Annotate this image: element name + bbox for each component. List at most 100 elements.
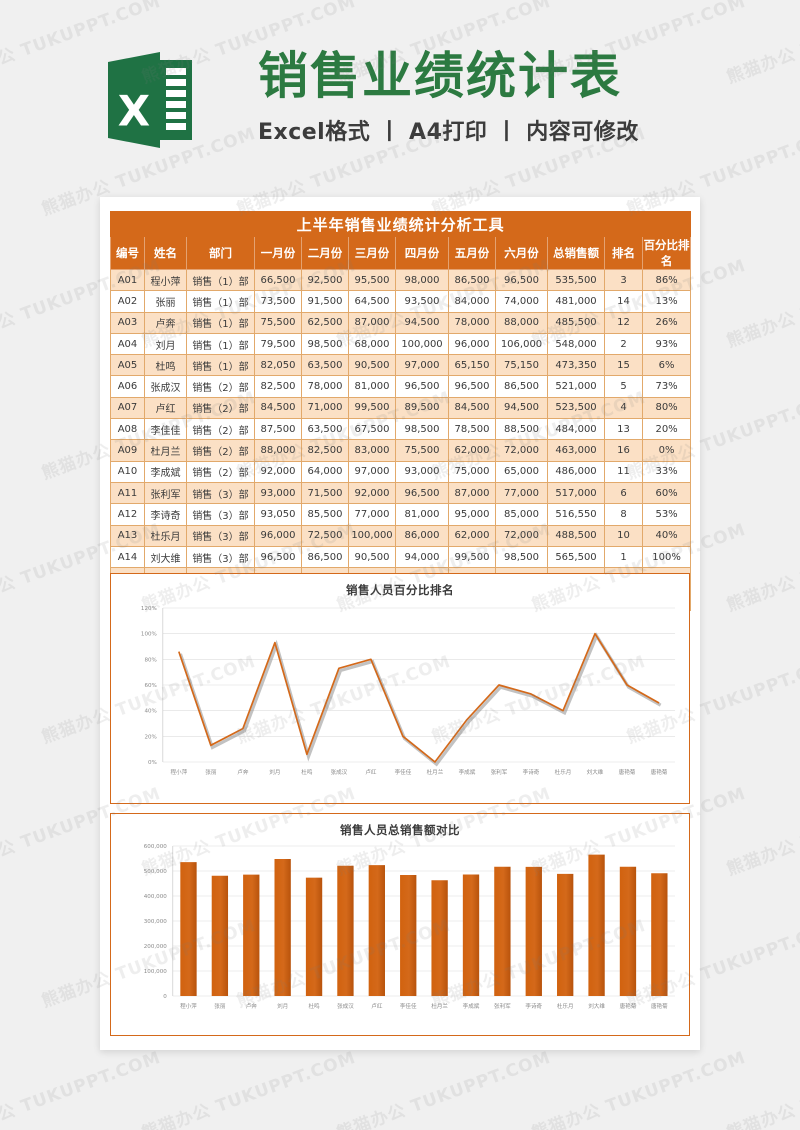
cell-排名[interactable]: 6 xyxy=(604,481,643,505)
cell-姓名[interactable]: 程小萍 xyxy=(144,268,187,292)
table-row[interactable]: A10 李成斌 销售（2）部 92,000 64,000 97,000 93,000 75,0… xyxy=(110,460,692,483)
cell-排名[interactable]: 10 xyxy=(604,524,643,547)
cell-五月份[interactable]: 96,500 xyxy=(448,375,496,398)
cell-总销售额[interactable]: 481,000 xyxy=(547,290,605,313)
cell-部门[interactable]: 销售（3）部 xyxy=(186,503,255,526)
cell-百分比排名[interactable]: 53% xyxy=(641,503,692,526)
cell-总销售额[interactable]: 535,500 xyxy=(547,268,605,292)
cell-部门[interactable]: 销售（2）部 xyxy=(186,418,255,441)
cell-六月份[interactable]: 75,150 xyxy=(495,354,548,377)
cell-排名[interactable]: 3 xyxy=(604,268,643,292)
cell-部门[interactable]: 销售（1）部 xyxy=(186,290,255,313)
cell-排名[interactable]: 8 xyxy=(604,503,643,526)
cell-编号[interactable]: A14 xyxy=(110,545,145,569)
column-header-6[interactable]: 四月份 xyxy=(395,236,449,270)
cell-三月份[interactable]: 100,000 xyxy=(348,524,396,547)
table-row[interactable]: A07 卢红 销售（2）部 84,500 71,000 99,500 89,500 84,50… xyxy=(110,396,692,420)
cell-三月份[interactable]: 99,500 xyxy=(348,396,396,420)
cell-总销售额[interactable]: 473,350 xyxy=(547,354,605,377)
cell-总销售额[interactable]: 523,500 xyxy=(547,396,605,420)
cell-编号[interactable]: A08 xyxy=(110,418,145,441)
column-header-4[interactable]: 二月份 xyxy=(301,236,349,270)
cell-二月份[interactable]: 82,500 xyxy=(301,439,349,462)
cell-排名[interactable]: 15 xyxy=(604,354,643,377)
cell-编号[interactable]: A02 xyxy=(110,290,145,313)
cell-一月份[interactable]: 93,050 xyxy=(254,503,302,526)
cell-姓名[interactable]: 卢奔 xyxy=(144,311,187,334)
cell-五月份[interactable]: 62,000 xyxy=(448,524,496,547)
cell-二月份[interactable]: 71,500 xyxy=(301,481,349,505)
cell-三月份[interactable]: 90,500 xyxy=(348,545,396,569)
cell-编号[interactable]: A13 xyxy=(110,524,145,547)
cell-六月份[interactable]: 96,500 xyxy=(495,268,548,292)
cell-总销售额[interactable]: 548,000 xyxy=(547,332,605,356)
cell-四月份[interactable]: 98,500 xyxy=(395,418,449,441)
cell-姓名[interactable]: 卢红 xyxy=(144,396,187,420)
cell-一月份[interactable]: 88,000 xyxy=(254,439,302,462)
cell-编号[interactable]: A06 xyxy=(110,375,145,398)
cell-六月份[interactable]: 72,000 xyxy=(495,439,548,462)
cell-二月份[interactable]: 91,500 xyxy=(301,290,349,313)
column-header-10[interactable]: 排名 xyxy=(604,236,643,270)
cell-部门[interactable]: 销售（1）部 xyxy=(186,311,255,334)
table-row[interactable]: A03 卢奔 销售（1）部 75,500 62,500 87,000 94,500 78,00… xyxy=(110,311,692,334)
cell-五月份[interactable]: 86,500 xyxy=(448,268,496,292)
cell-二月份[interactable]: 63,500 xyxy=(301,418,349,441)
cell-六月份[interactable]: 88,500 xyxy=(495,418,548,441)
table-row[interactable]: A11 张利军 销售（3）部 93,000 71,500 92,000 96,500 87,0… xyxy=(110,481,692,505)
table-row[interactable]: A12 李诗奇 销售（3）部 93,050 85,500 77,000 81,000 95,0… xyxy=(110,503,692,526)
cell-六月份[interactable]: 94,500 xyxy=(495,396,548,420)
cell-姓名[interactable]: 李佳佳 xyxy=(144,418,187,441)
column-header-1[interactable]: 姓名 xyxy=(144,236,187,270)
table-row[interactable]: A14 刘大维 销售（3）部 96,500 86,500 90,500 94,000 99,5… xyxy=(110,545,692,569)
cell-姓名[interactable]: 张丽 xyxy=(144,290,187,313)
cell-总销售额[interactable]: 463,000 xyxy=(547,439,605,462)
table-row[interactable]: A09 杜月兰 销售（2）部 88,000 82,500 83,000 75,500 62,0… xyxy=(110,439,692,462)
column-header-5[interactable]: 三月份 xyxy=(348,236,396,270)
cell-编号[interactable]: A11 xyxy=(110,481,145,505)
cell-百分比排名[interactable]: 86% xyxy=(641,268,692,292)
cell-三月份[interactable]: 77,000 xyxy=(348,503,396,526)
cell-百分比排名[interactable]: 60% xyxy=(641,481,692,505)
cell-部门[interactable]: 销售（3）部 xyxy=(186,545,255,569)
cell-二月份[interactable]: 86,500 xyxy=(301,545,349,569)
cell-百分比排名[interactable]: 100% xyxy=(641,545,692,569)
cell-五月份[interactable]: 65,150 xyxy=(448,354,496,377)
cell-四月份[interactable]: 93,500 xyxy=(395,290,449,313)
cell-六月份[interactable]: 88,000 xyxy=(495,311,548,334)
cell-四月份[interactable]: 75,500 xyxy=(395,439,449,462)
cell-百分比排名[interactable]: 33% xyxy=(641,460,692,483)
cell-六月份[interactable]: 77,000 xyxy=(495,481,548,505)
cell-编号[interactable]: A12 xyxy=(110,503,145,526)
cell-二月份[interactable]: 72,500 xyxy=(301,524,349,547)
cell-四月份[interactable]: 97,000 xyxy=(395,354,449,377)
cell-编号[interactable]: A03 xyxy=(110,311,145,334)
cell-三月份[interactable]: 95,500 xyxy=(348,268,396,292)
cell-姓名[interactable]: 杜鸣 xyxy=(144,354,187,377)
table-row[interactable]: A02 张丽 销售（1）部 73,500 91,500 64,500 93,500 84,00… xyxy=(110,290,692,313)
cell-部门[interactable]: 销售（3）部 xyxy=(186,524,255,547)
cell-百分比排名[interactable]: 80% xyxy=(641,396,692,420)
cell-一月份[interactable]: 92,000 xyxy=(254,460,302,483)
cell-三月份[interactable]: 92,000 xyxy=(348,481,396,505)
cell-百分比排名[interactable]: 93% xyxy=(641,332,692,356)
cell-总销售额[interactable]: 565,500 xyxy=(547,545,605,569)
column-header-7[interactable]: 五月份 xyxy=(448,236,496,270)
cell-四月份[interactable]: 89,500 xyxy=(395,396,449,420)
cell-五月份[interactable]: 78,000 xyxy=(448,311,496,334)
cell-一月份[interactable]: 84,500 xyxy=(254,396,302,420)
cell-部门[interactable]: 销售（3）部 xyxy=(186,481,255,505)
cell-五月份[interactable]: 78,500 xyxy=(448,418,496,441)
cell-二月份[interactable]: 63,500 xyxy=(301,354,349,377)
cell-二月份[interactable]: 71,000 xyxy=(301,396,349,420)
cell-百分比排名[interactable]: 6% xyxy=(641,354,692,377)
cell-编号[interactable]: A04 xyxy=(110,332,145,356)
table-row[interactable]: A01 程小萍 销售（1）部 66,500 92,500 95,500 98,000 86,5… xyxy=(110,268,692,292)
cell-总销售额[interactable]: 488,500 xyxy=(547,524,605,547)
cell-四月份[interactable]: 94,500 xyxy=(395,311,449,334)
cell-二月份[interactable]: 92,500 xyxy=(301,268,349,292)
table-row[interactable]: A06 张成汉 销售（2）部 82,500 78,000 81,000 96,500 96,5… xyxy=(110,375,692,398)
table-row[interactable]: A05 杜鸣 销售（1）部 82,050 63,500 90,500 97,000 65,15… xyxy=(110,354,692,377)
cell-排名[interactable]: 16 xyxy=(604,439,643,462)
cell-排名[interactable]: 1 xyxy=(604,545,643,569)
